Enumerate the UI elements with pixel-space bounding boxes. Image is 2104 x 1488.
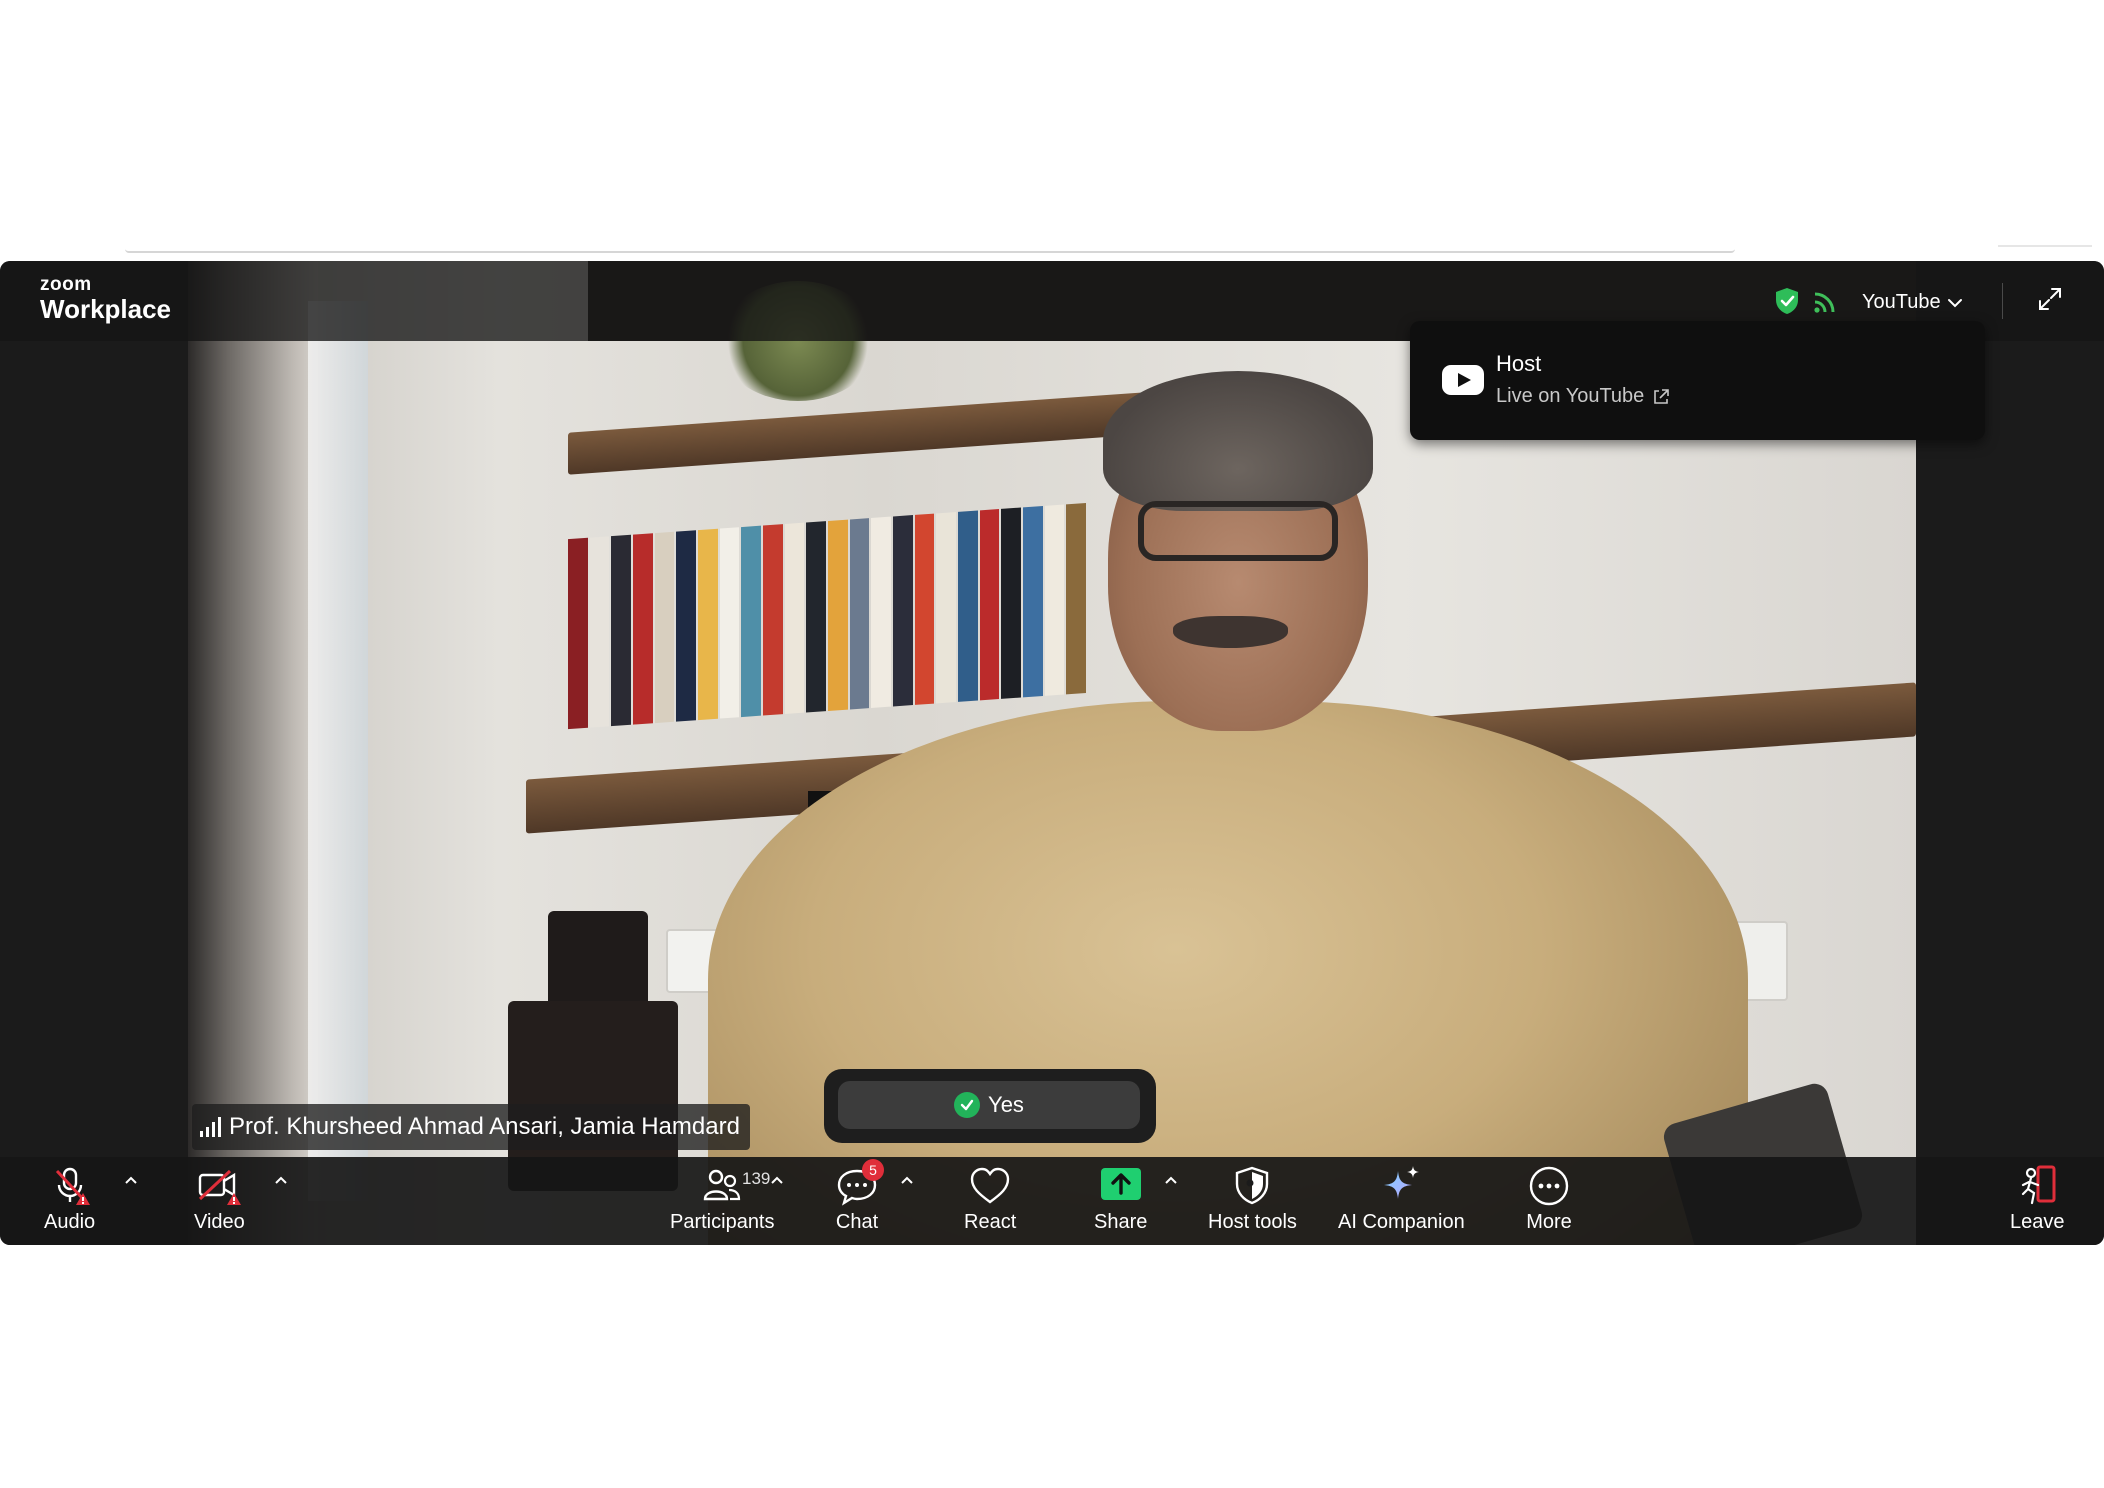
chat-label: Chat xyxy=(835,1211,879,1233)
video-person-glasses xyxy=(1138,501,1338,561)
encryption-shield-icon[interactable] xyxy=(1774,287,1800,315)
check-circle-icon xyxy=(954,1092,981,1118)
participants-count: 139 xyxy=(742,1169,771,1188)
share-options-caret-icon[interactable] xyxy=(1162,1171,1180,1189)
audio-button[interactable]: Audio xyxy=(44,1163,95,1234)
host-tools-button[interactable]: Host tools xyxy=(1208,1163,1297,1234)
video-shelf-top xyxy=(568,389,1188,475)
video-person-hair xyxy=(1103,371,1373,511)
participants-options-caret-icon[interactable] xyxy=(768,1171,786,1189)
participant-name-tag: Prof. Khursheed Ahmad Ansari, Jamia Hamd… xyxy=(192,1104,750,1150)
live-stream-signal-icon[interactable] xyxy=(1812,289,1838,315)
share-label: Share xyxy=(1094,1211,1148,1233)
popover-subtitle: Live on YouTube xyxy=(1496,385,1645,407)
browser-chrome-edge xyxy=(125,249,1735,253)
video-off-icon xyxy=(199,1169,242,1205)
leave-meeting-icon xyxy=(2022,1165,2056,1205)
video-button[interactable]: Video xyxy=(194,1163,245,1234)
share-screen-icon xyxy=(1100,1168,1141,1200)
participant-name: Prof. Khursheed Ahmad Ansari, Jamia Hamd… xyxy=(229,1113,740,1140)
browser-chrome-edge-right xyxy=(1998,245,2092,247)
connection-signal-icon xyxy=(200,1117,221,1137)
popover-title: Host xyxy=(1496,351,1542,376)
more-label: More xyxy=(1526,1211,1572,1233)
youtube-stream-dropdown[interactable]: YouTube xyxy=(1862,291,1963,314)
more-options-icon xyxy=(1529,1166,1569,1206)
chat-unread-badge: 5 xyxy=(862,1159,884,1181)
host-tools-shield-icon xyxy=(1236,1166,1269,1205)
yes-button[interactable]: Yes xyxy=(838,1081,1140,1129)
react-button[interactable]: React xyxy=(964,1163,1016,1234)
youtube-dropdown-label: YouTube xyxy=(1862,291,1941,313)
video-options-caret-icon[interactable] xyxy=(272,1171,290,1189)
external-link-icon xyxy=(1654,388,1670,404)
audio-options-caret-icon[interactable] xyxy=(122,1171,140,1189)
logo-zoom-text: zoom xyxy=(40,274,92,295)
yes-label: Yes xyxy=(988,1092,1024,1117)
poll-response-pill: Yes xyxy=(824,1069,1156,1143)
zoom-workplace-logo: zoom Workplace xyxy=(40,274,172,324)
fullscreen-icon[interactable] xyxy=(2036,285,2064,313)
leave-label: Leave xyxy=(2010,1211,2065,1233)
video-wall xyxy=(188,261,318,1245)
youtube-icon xyxy=(1442,365,1484,395)
video-window-frame xyxy=(308,301,368,1201)
participants-icon xyxy=(704,1169,741,1201)
heart-icon xyxy=(970,1167,1010,1204)
header-divider xyxy=(2002,283,2003,319)
chat-options-caret-icon[interactable] xyxy=(898,1171,916,1189)
audio-label: Audio xyxy=(44,1211,96,1233)
live-on-youtube-link[interactable]: Live on YouTube xyxy=(1496,385,1670,408)
logo-workplace-text: Workplace xyxy=(40,294,172,324)
more-button[interactable]: More xyxy=(1526,1163,1572,1234)
video-person-moustache xyxy=(1173,616,1288,648)
participants-label: Participants xyxy=(670,1211,775,1233)
muted-microphone-icon xyxy=(55,1167,90,1205)
chevron-down-icon xyxy=(1947,298,1962,307)
ai-companion-sparkle-icon xyxy=(1384,1166,1420,1199)
ai-companion-button[interactable]: AI Companion xyxy=(1338,1163,1465,1234)
zoom-meeting-window: zoom Workplace YouTube Host Live on YouT… xyxy=(0,261,2104,1245)
meeting-toolbar: Audio Video Participants 139 Chat 5 Reac… xyxy=(0,1157,2104,1245)
live-stream-popover: Host Live on YouTube xyxy=(1410,321,1985,440)
share-button[interactable]: Share xyxy=(1094,1163,1147,1234)
ai-companion-label: AI Companion xyxy=(1338,1211,1465,1233)
react-label: React xyxy=(964,1211,1017,1233)
leave-button[interactable]: Leave xyxy=(2010,1163,2065,1234)
host-tools-label: Host tools xyxy=(1208,1211,1297,1233)
video-label: Video xyxy=(194,1211,245,1233)
video-books xyxy=(568,502,1088,730)
